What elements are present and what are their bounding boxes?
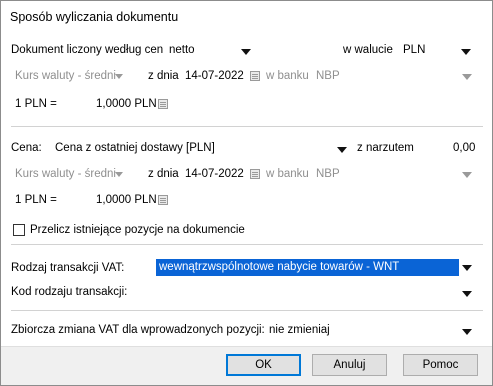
bulk-vat-value: nie zmieniaj	[269, 324, 330, 336]
title-bar: Sposób wyliczania dokumentu	[1, 1, 492, 33]
price-label: Cena:	[11, 142, 42, 154]
vat-transaction-label: Rodzaj transakcji VAT:	[11, 262, 125, 274]
price-basis-label: Dokument liczony według cen	[11, 44, 164, 56]
exchange-rate-type-value: Kurs waluty - średni	[15, 70, 116, 82]
bank-value-2: NBP	[316, 168, 340, 180]
separator	[11, 310, 483, 311]
calculator-icon[interactable]	[158, 195, 168, 205]
conversion-rate-field[interactable]: 1,0000 PLN	[96, 98, 157, 110]
currency-value: PLN	[403, 44, 426, 56]
bank-label: w banku	[266, 70, 309, 82]
ok-button[interactable]: OK	[226, 354, 301, 376]
price-type-dropdown[interactable]: netto	[167, 43, 253, 59]
exchange-rate-type-dropdown-2[interactable]: Kurs waluty - średni	[13, 167, 125, 183]
chevron-down-icon	[115, 172, 123, 177]
dialog-window: Sposób wyliczania dokumentu Dokument lic…	[0, 0, 493, 386]
bank-value: NBP	[316, 70, 340, 82]
conversion-rate-field-2[interactable]: 1,0000 PLN	[96, 194, 157, 206]
chevron-down-icon	[461, 49, 471, 55]
price-type-value: netto	[169, 44, 195, 56]
vat-transaction-selection: wewnątrzwspólnotowe nabycie towarów - WN…	[156, 259, 459, 276]
price-source-value: Cena z ostatniej dostawy [PLN]	[55, 142, 215, 154]
bank-label-2: w banku	[266, 168, 309, 180]
bulk-vat-label: Zbiorcza zmiana VAT dla wprowadzonych po…	[11, 324, 265, 336]
rate-date-field[interactable]: 14-07-2022	[185, 70, 244, 82]
chevron-down-icon	[462, 291, 472, 297]
chevron-down-icon	[115, 74, 123, 79]
transaction-code-dropdown[interactable]	[156, 285, 476, 301]
cancel-button[interactable]: Anuluj	[312, 354, 387, 376]
separator	[11, 244, 483, 245]
conversion-lhs: 1 PLN =	[15, 98, 57, 110]
exchange-rate-type-dropdown[interactable]: Kurs waluty - średni	[13, 69, 125, 85]
separator	[11, 126, 483, 127]
markup-label: z narzutem	[357, 142, 414, 154]
button-bar: OK Anuluj Pomoc	[1, 346, 492, 385]
currency-dropdown[interactable]: PLN	[401, 43, 477, 59]
calendar-icon[interactable]	[250, 169, 260, 179]
chevron-down-icon	[337, 147, 347, 153]
calculator-icon[interactable]	[158, 99, 168, 109]
exchange-rate-type-value-2: Kurs waluty - średni	[15, 168, 116, 180]
currency-label: w walucie	[343, 44, 393, 56]
vat-transaction-value: wewnątrzwspólnotowe nabycie towarów - WN…	[159, 261, 400, 273]
markup-field[interactable]: 0,00	[453, 142, 475, 154]
vat-transaction-dropdown[interactable]: wewnątrzwspólnotowe nabycie towarów - WN…	[156, 259, 476, 276]
bank-dropdown[interactable]: NBP	[314, 69, 476, 85]
rate-date-field-2[interactable]: 14-07-2022	[185, 168, 244, 180]
rate-date-label: z dnia	[148, 70, 179, 82]
transaction-code-label: Kod rodzaju transakcji:	[11, 286, 128, 298]
recalc-label[interactable]: Przelicz istniejące pozycje na dokumenci…	[30, 224, 245, 236]
rate-date-label-2: z dnia	[148, 168, 179, 180]
chevron-down-icon	[462, 172, 472, 178]
conversion-lhs-2: 1 PLN =	[15, 194, 57, 206]
chevron-down-icon	[462, 265, 472, 271]
window-title: Sposób wyliczania dokumentu	[10, 10, 179, 24]
bulk-vat-dropdown[interactable]: nie zmieniaj	[267, 323, 476, 339]
help-button[interactable]: Pomoc	[403, 354, 478, 376]
price-source-dropdown[interactable]: Cena z ostatniej dostawy [PLN]	[53, 141, 349, 157]
chevron-down-icon	[462, 74, 472, 80]
chevron-down-icon	[241, 49, 251, 55]
calendar-icon[interactable]	[250, 71, 260, 81]
chevron-down-icon	[462, 329, 472, 335]
recalc-checkbox[interactable]	[13, 224, 25, 236]
bank-dropdown-2[interactable]: NBP	[314, 167, 476, 183]
